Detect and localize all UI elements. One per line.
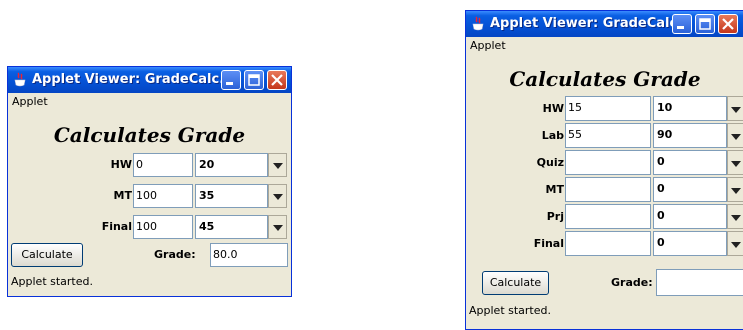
grade-field[interactable] (656, 269, 743, 296)
lab-weight-dropdown-button[interactable] (727, 123, 743, 148)
heading: Calculates Grade (53, 123, 246, 147)
window-title: Applet Viewer: GradeCalc... (32, 72, 235, 87)
minimize-button[interactable] (672, 14, 692, 34)
close-button[interactable] (718, 14, 738, 34)
quiz-weight-dropdown-button[interactable] (727, 150, 743, 175)
menu-applet[interactable]: Applet (12, 95, 48, 108)
quiz-weight-select[interactable]: 0 (653, 150, 727, 175)
chevron-down-icon (272, 225, 283, 231)
prj-score-field[interactable] (565, 204, 651, 229)
maximize-icon (699, 18, 711, 30)
row-label-hw: HW (110, 158, 132, 171)
maximize-icon (248, 74, 260, 86)
close-icon (722, 18, 734, 30)
prj-weight-dropdown-button[interactable] (727, 204, 743, 229)
hw-weight-dropdown-button[interactable] (727, 96, 743, 121)
close-icon (271, 74, 283, 86)
mt-weight-select[interactable]: 0 (653, 177, 727, 202)
row-label-mt: MT (113, 189, 132, 202)
chevron-down-icon (731, 160, 741, 167)
lab-weight-select[interactable]: 90 (653, 123, 727, 148)
applet-window-2: Applet Viewer: GradeCalc... Applet Calcu… (465, 10, 743, 330)
hw-weight-select[interactable]: 20 (195, 153, 268, 177)
applet-panel: Calculates Grade HW 15 10 Lab 55 90 Quiz… (466, 55, 743, 329)
chevron-down-icon (272, 194, 283, 200)
applet-window-1: Applet Viewer: GradeCalc... Applet Calcu… (7, 66, 292, 297)
chevron-down-icon (731, 241, 741, 248)
mt-weight-dropdown-button[interactable] (727, 177, 743, 202)
menu-bar: Applet (8, 93, 291, 111)
java-cup-icon (472, 16, 484, 31)
lab-score-field[interactable]: 55 (565, 123, 651, 148)
window-title: Applet Viewer: GradeCalc... (490, 16, 693, 31)
chevron-down-icon (731, 214, 741, 221)
row-label-final: Final (101, 220, 132, 233)
mt-weight-select[interactable]: 35 (195, 184, 268, 208)
minimize-icon (226, 82, 233, 85)
calculate-button[interactable]: Calculate (482, 271, 549, 295)
mt-score-field[interactable] (565, 177, 651, 202)
title-bar[interactable]: Applet Viewer: GradeCalc... (8, 67, 291, 93)
chevron-down-icon (731, 106, 741, 113)
row-label-quiz: Quiz (536, 156, 564, 169)
heading: Calculates Grade (509, 67, 701, 91)
row-label-final: Final (533, 237, 564, 250)
status-text: Applet started. (469, 304, 551, 317)
minimize-icon (677, 26, 684, 29)
chevron-down-icon (731, 187, 741, 194)
row-label-lab: Lab (541, 129, 564, 142)
hw-weight-dropdown-button[interactable] (268, 153, 287, 177)
title-bar[interactable]: Applet Viewer: GradeCalc... (466, 11, 743, 37)
status-text: Applet started. (11, 275, 93, 288)
grade-label: Grade: (611, 276, 653, 289)
grade-field[interactable]: 80.0 (210, 243, 288, 267)
maximize-button[interactable] (695, 14, 715, 34)
grade-label: Grade: (154, 248, 196, 261)
chevron-down-icon (731, 133, 741, 140)
chevron-down-icon (272, 163, 283, 169)
final-score-field[interactable]: 100 (133, 215, 193, 239)
menu-applet[interactable]: Applet (470, 39, 506, 52)
maximize-button[interactable] (244, 70, 264, 90)
prj-weight-select[interactable]: 0 (653, 204, 727, 229)
row-label-prj: Prj (546, 210, 564, 223)
final-weight-dropdown-button[interactable] (727, 231, 743, 256)
quiz-score-field[interactable] (565, 150, 651, 175)
hw-score-field[interactable]: 0 (133, 153, 193, 177)
menu-bar: Applet (466, 37, 743, 55)
applet-panel: Calculates Grade HW 0 20 MT 100 35 Final… (8, 111, 291, 296)
final-score-field[interactable] (565, 231, 651, 256)
minimize-button[interactable] (221, 70, 241, 90)
final-weight-dropdown-button[interactable] (268, 215, 287, 239)
mt-score-field[interactable]: 100 (133, 184, 193, 208)
hw-score-field[interactable]: 15 (565, 96, 651, 121)
close-button[interactable] (267, 70, 287, 90)
final-weight-select[interactable]: 45 (195, 215, 268, 239)
java-cup-icon (14, 72, 26, 87)
hw-weight-select[interactable]: 10 (653, 96, 727, 121)
row-label-hw: HW (542, 102, 564, 115)
final-weight-select[interactable]: 0 (653, 231, 727, 256)
row-label-mt: MT (545, 183, 564, 196)
calculate-button[interactable]: Calculate (11, 243, 83, 267)
mt-weight-dropdown-button[interactable] (268, 184, 287, 208)
